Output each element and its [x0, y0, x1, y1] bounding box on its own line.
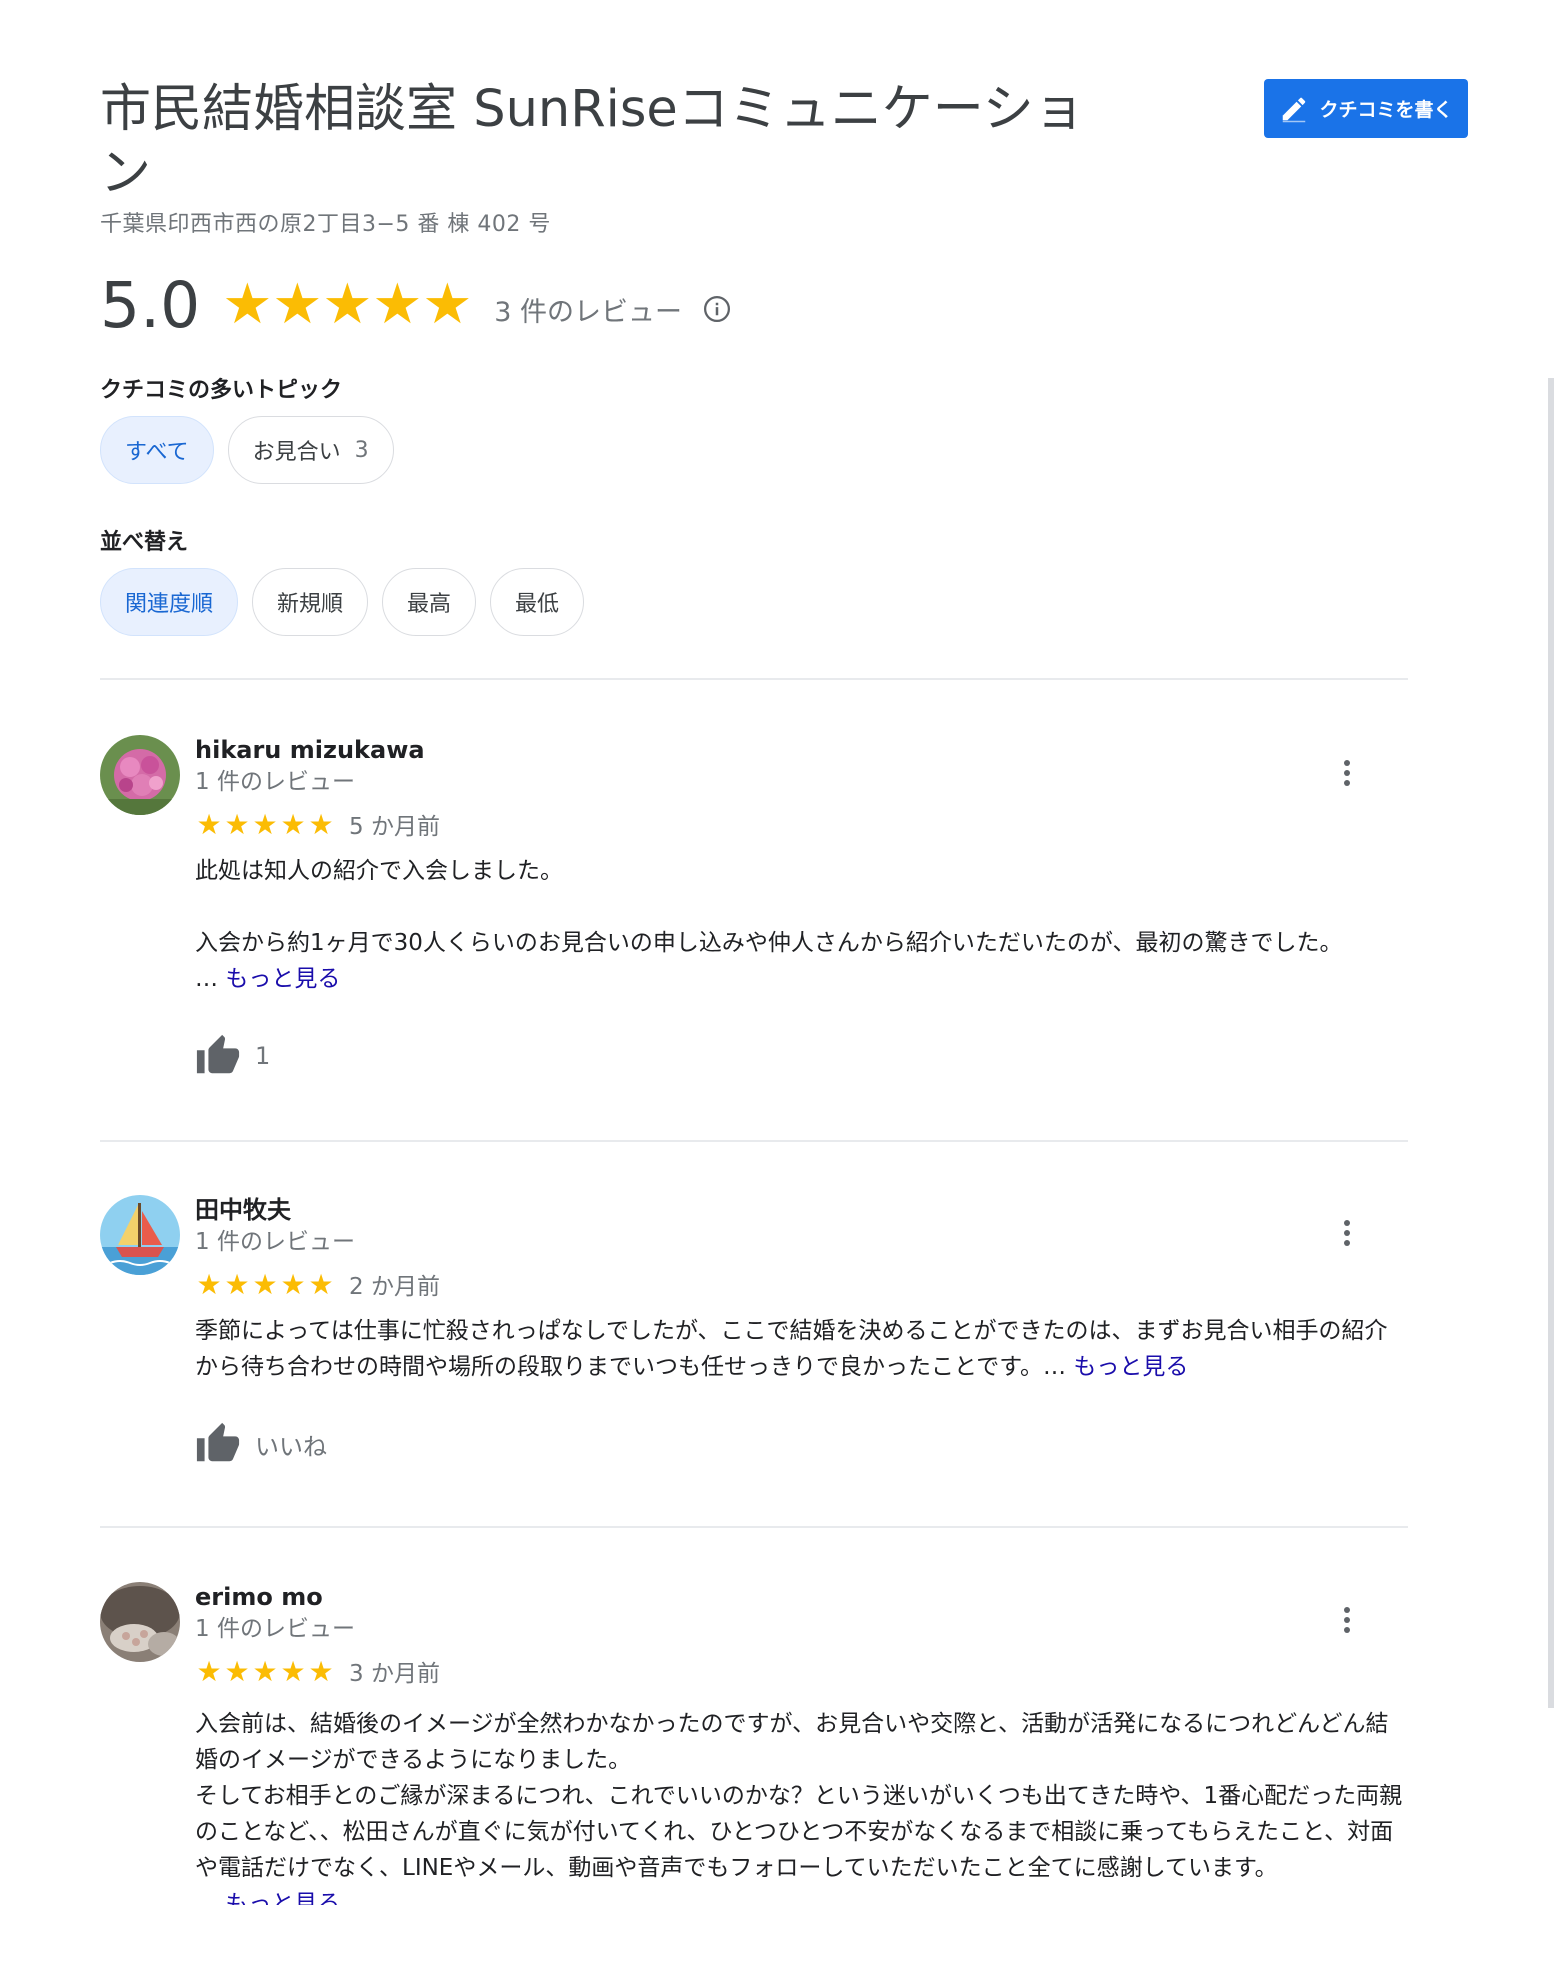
star-icon: ★ — [252, 1654, 278, 1688]
business-address: 千葉県印西市西の原2丁目3−5 番 棟 402 号 — [100, 212, 551, 237]
avatar[interactable] — [100, 1582, 180, 1662]
divider — [100, 1526, 1408, 1528]
like-label: いいね — [255, 1432, 327, 1461]
scrollbar[interactable] — [1548, 378, 1554, 1708]
review-rating: ★ ★ ★ ★ ★ 5 か月前 — [195, 799, 1410, 849]
chip-label: お見合い — [252, 440, 341, 465]
info-icon[interactable] — [702, 294, 732, 324]
review-text-body: 入会前は、結婚後のイメージが全然わかなかったのですが、お見合いや交際と、活動が活… — [195, 1711, 1403, 1881]
review-date: 3 か月前 — [349, 1661, 440, 1687]
reviewer-name[interactable]: erimo mo — [195, 1582, 1410, 1612]
reviewer-name[interactable]: hikaru mizukawa — [195, 735, 1410, 765]
reviewer-name[interactable]: 田中牧夫 — [195, 1195, 1410, 1225]
review-text: 此処は知人の紹介で入会しました。 入会から約1ヶ月で30人くらいのお見合いの申し… — [195, 853, 1410, 997]
review-count: 3 件のレビュー — [494, 296, 682, 328]
review-rating: ★ ★ ★ ★ ★ 2 か月前 — [195, 1259, 1410, 1309]
star-icon: ★ — [224, 1654, 250, 1688]
like-count: 1 — [255, 1042, 271, 1070]
rating-stars: ★ ★ ★ ★ ★ — [222, 277, 472, 333]
chip-label: 新規順 — [277, 592, 344, 617]
star-icon: ★ — [280, 1267, 306, 1301]
star-icon: ★ — [308, 1654, 334, 1688]
star-icon: ★ — [422, 272, 473, 337]
more-options-icon[interactable] — [1332, 1600, 1362, 1640]
star-icon: ★ — [280, 807, 306, 841]
review-date: 2 か月前 — [349, 1274, 440, 1300]
chip-label: すべて — [125, 440, 189, 465]
review-date: 5 か月前 — [349, 814, 440, 840]
star-icon: ★ — [308, 1267, 334, 1301]
chip-label: 関連度順 — [125, 592, 214, 617]
review-text: 入会前は、結婚後のイメージが全然わかなかったのですが、お見合いや交際と、活動が活… — [195, 1706, 1410, 1922]
star-icon: ★ — [222, 272, 273, 337]
avatar[interactable] — [100, 735, 180, 815]
topics-heading: クチコミの多いトピック — [100, 378, 343, 403]
star-icon: ★ — [308, 807, 334, 841]
star-icon: ★ — [252, 1267, 278, 1301]
more-link[interactable]: もっと見る — [225, 966, 340, 992]
topic-chip-omiai[interactable]: お見合い 3 — [227, 416, 394, 484]
rating-score: 5.0 — [100, 268, 201, 342]
reviews-panel: 市民結婚相談室 SunRiseコミュニケーション 千葉県印西市西の原2丁目3−5… — [100, 0, 1554, 1980]
thumbs-up-icon — [196, 1034, 240, 1074]
chip-label: 最高 — [407, 592, 452, 617]
more-options-icon[interactable] — [1332, 753, 1362, 793]
reviewer-review-count: 1 件のレビュー — [195, 769, 355, 795]
like-button[interactable]: 1 — [195, 1033, 1410, 1079]
star-icon: ★ — [322, 272, 373, 337]
sort-chip-highest[interactable]: 最高 — [382, 568, 477, 636]
review-stars: ★ ★ ★ ★ ★ — [195, 1268, 335, 1301]
write-review-label: クチコミを書く — [1319, 99, 1453, 121]
write-review-button[interactable]: クチコミを書く — [1264, 79, 1468, 138]
star-icon: ★ — [224, 807, 250, 841]
star-icon: ★ — [196, 807, 222, 841]
like-button[interactable]: いいね — [195, 1421, 1410, 1467]
review-rating: ★ ★ ★ ★ ★ 3 か月前 — [195, 1646, 1410, 1696]
star-icon: ★ — [196, 1654, 222, 1688]
viewport-cutoff — [0, 1905, 1554, 1980]
star-icon: ★ — [372, 272, 423, 337]
pencil-icon — [1283, 97, 1306, 122]
thumbs-up-icon — [196, 1422, 240, 1462]
topic-chips: すべて お見合い 3 — [100, 416, 394, 484]
star-icon: ★ — [196, 1267, 222, 1301]
ellipsis: … — [195, 966, 218, 992]
reviewer-review-count: 1 件のレビュー — [195, 1616, 355, 1642]
review-text-body: 季節によっては仕事に忙殺されっぱなしでしたが、ここで結婚を決めることができたのは… — [195, 1318, 1388, 1380]
review-text-body: 此処は知人の紹介で入会しました。 入会から約1ヶ月で30人くらいのお見合いの申し… — [195, 858, 1343, 956]
sort-heading: 並べ替え — [100, 530, 189, 555]
avatar[interactable] — [100, 1195, 180, 1275]
chip-label: 最低 — [515, 592, 560, 617]
review-text: 季節によっては仕事に忙殺されっぱなしでしたが、ここで結婚を決めることができたのは… — [195, 1313, 1410, 1385]
chip-count: 3 — [354, 437, 369, 463]
more-link[interactable]: もっと見る — [1073, 1354, 1188, 1380]
star-icon: ★ — [252, 807, 278, 841]
star-icon: ★ — [272, 272, 323, 337]
divider — [100, 678, 1408, 680]
topic-chip-all[interactable]: すべて — [100, 416, 214, 484]
star-icon: ★ — [280, 1654, 306, 1688]
sort-chip-lowest[interactable]: 最低 — [490, 568, 585, 636]
divider — [100, 1140, 1408, 1142]
page-title: 市民結婚相談室 SunRiseコミュニケーション — [100, 80, 1085, 203]
rating-summary: 5.0 ★ ★ ★ ★ ★ 3 件のレビュー — [100, 268, 732, 342]
sort-chips: 関連度順 新規順 最高 最低 — [100, 568, 585, 636]
more-options-icon[interactable] — [1332, 1213, 1362, 1253]
reviewer-review-count: 1 件のレビュー — [195, 1229, 355, 1255]
sort-chip-newest[interactable]: 新規順 — [252, 568, 369, 636]
ellipsis: … — [1043, 1354, 1067, 1380]
sort-chip-relevance[interactable]: 関連度順 — [100, 568, 239, 636]
review-stars: ★ ★ ★ ★ ★ — [195, 808, 335, 841]
review-stars: ★ ★ ★ ★ ★ — [195, 1655, 335, 1688]
star-icon: ★ — [224, 1267, 250, 1301]
